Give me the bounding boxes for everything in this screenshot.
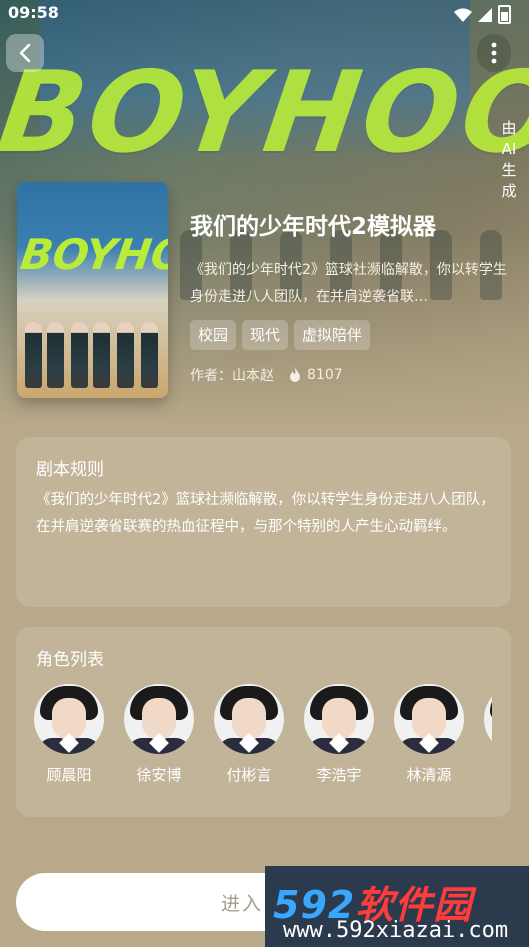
rules-card: 剧本规则 《我们的少年时代2》篮球社濒临解散，你以转学生身份走进八人团队，在并肩… xyxy=(16,437,511,607)
author-label: 作者： xyxy=(190,368,232,384)
role-item[interactable]: 徐安博 xyxy=(124,684,194,804)
role-item[interactable]: 李浩宇 xyxy=(304,684,374,804)
tag-list: 校园 现代 虚拟陪伴 xyxy=(190,320,371,350)
status-bar: 09:58 xyxy=(0,0,529,26)
role-avatar[interactable] xyxy=(304,684,374,754)
rules-title: 剧本规则 xyxy=(36,460,104,480)
tag[interactable]: 校园 xyxy=(190,320,237,350)
chevron-left-icon xyxy=(19,43,31,63)
watermark-url: www.592xiazai.com xyxy=(283,918,509,943)
role-item[interactable]: 林清源 xyxy=(394,684,464,804)
tag[interactable]: 现代 xyxy=(242,320,289,350)
fire-icon xyxy=(290,367,300,382)
hero-title-art: BOYHOOD 2 xyxy=(0,48,529,178)
role-avatar[interactable] xyxy=(34,684,104,754)
status-time: 09:58 xyxy=(8,3,59,22)
back-button[interactable] xyxy=(6,34,44,72)
role-item[interactable] xyxy=(484,684,492,804)
heat-count: 8107 xyxy=(307,367,343,383)
game-description: 《我们的少年时代2》篮球社濒临解散，你以转学生身份走进八人团队，在并肩逆袭省联… xyxy=(190,262,507,305)
game-cover-image: BOYHOOD xyxy=(17,182,168,398)
more-vertical-icon xyxy=(491,42,497,64)
cover-people-decoration xyxy=(23,310,163,388)
rules-text: 《我们的少年时代2》篮球社濒临解散，你以转学生身份走进八人团队，在并肩逆袭省联赛… xyxy=(36,492,495,535)
cover-art-text: BOYHOOD xyxy=(17,230,168,279)
status-icons xyxy=(454,5,511,24)
role-avatar[interactable] xyxy=(394,684,464,754)
role-name: 李浩宇 xyxy=(316,766,362,784)
role-item[interactable]: 顾晨阳 xyxy=(34,684,104,804)
enter-button-label: 进入 xyxy=(221,893,264,915)
role-name: 林清源 xyxy=(406,766,452,784)
wifi-icon xyxy=(454,7,472,22)
more-button[interactable] xyxy=(477,34,511,72)
game-meta: 作者： 山本赵 8107 xyxy=(190,365,343,385)
role-name: 徐安博 xyxy=(136,766,182,784)
battery-icon xyxy=(498,5,511,24)
tag[interactable]: 虚拟陪伴 xyxy=(294,320,371,350)
roles-card: 角色列表 顾晨阳 徐安博 付彬言 李浩宇 林清源 xyxy=(16,627,511,817)
roles-title: 角色列表 xyxy=(36,650,104,670)
role-avatar[interactable] xyxy=(214,684,284,754)
role-list[interactable]: 顾晨阳 徐安博 付彬言 李浩宇 林清源 xyxy=(34,684,492,804)
role-item[interactable]: 付彬言 xyxy=(214,684,284,804)
role-name: 付彬言 xyxy=(226,766,272,784)
game-title: 我们的少年时代2模拟器 xyxy=(190,214,437,240)
ai-generated-badge: 由AI生成 xyxy=(501,119,517,200)
watermark: 592软件园 www.592xiazai.com xyxy=(265,866,529,947)
role-avatar[interactable] xyxy=(484,684,492,754)
role-name: 顾晨阳 xyxy=(46,766,92,784)
signal-icon xyxy=(478,7,492,22)
author-name[interactable]: 山本赵 xyxy=(232,365,274,385)
role-avatar[interactable] xyxy=(124,684,194,754)
